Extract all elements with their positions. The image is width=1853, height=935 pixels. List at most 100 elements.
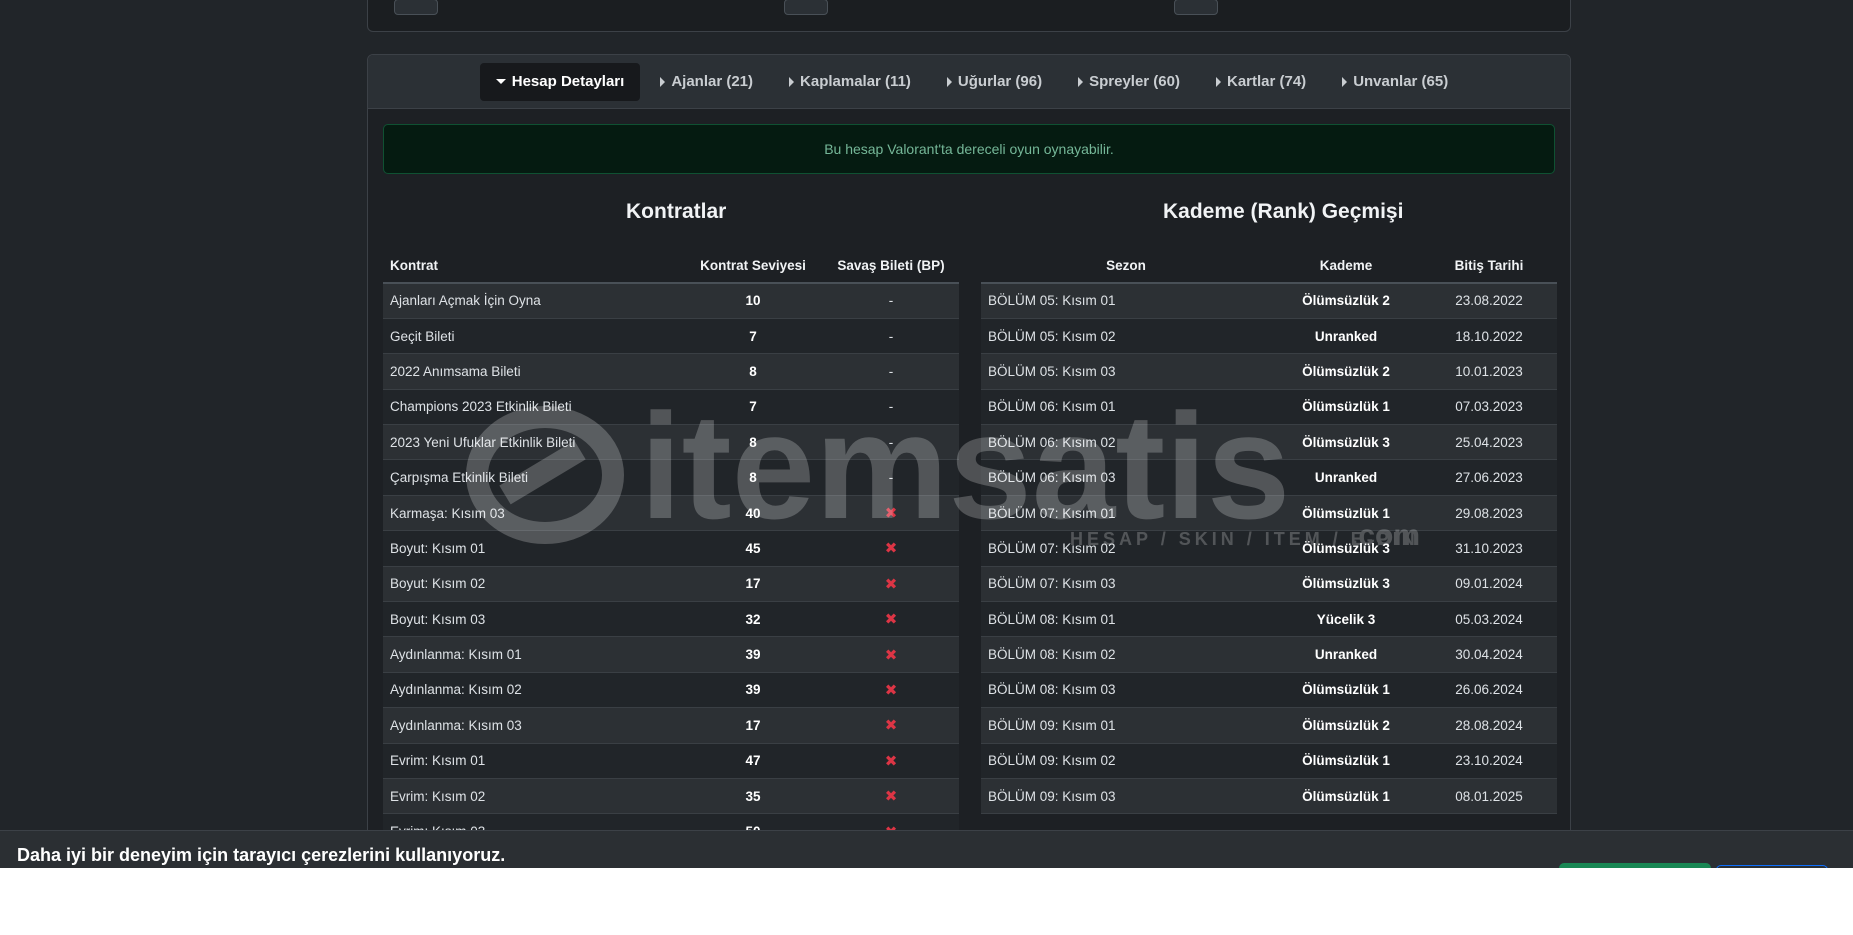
tab-hesap-detaylari[interactable]: Hesap Detayları — [479, 62, 641, 101]
table-header-row: Sezon Kademe Bitiş Tarihi — [981, 248, 1557, 284]
table-row: Aydınlanma: Kısım 02 39 ✖ — [383, 672, 959, 709]
season-name: BÖLÜM 09: Kısım 01 — [981, 707, 1271, 744]
column-header: Sezon — [981, 248, 1271, 284]
contract-name: Boyut: Kısım 03 — [383, 601, 683, 638]
table-row: Aydınlanma: Kısım 03 17 ✖ — [383, 707, 959, 744]
season-name: BÖLÜM 07: Kısım 01 — [981, 495, 1271, 532]
end-date: 10.01.2023 — [1421, 353, 1557, 390]
previous-card-button-1[interactable] — [394, 0, 438, 15]
contract-level: 47 — [683, 743, 823, 779]
x-mark-icon: ✖ — [823, 601, 959, 638]
contract-name: Karmaşa: Kısım 03 — [383, 495, 683, 532]
end-date: 07.03.2023 — [1421, 389, 1557, 426]
end-date: 28.08.2024 — [1421, 707, 1557, 744]
season-name: BÖLÜM 07: Kısım 03 — [981, 566, 1271, 603]
end-date: 30.04.2024 — [1421, 636, 1557, 673]
cookie-message: Daha iyi bir deneyim için tarayıcı çerez… — [17, 845, 506, 865]
contract-level: 7 — [683, 318, 823, 355]
tab-spreyler[interactable]: Spreyler (60) — [1062, 63, 1196, 101]
season-name: BÖLÜM 08: Kısım 03 — [981, 672, 1271, 709]
end-date: 09.01.2024 — [1421, 566, 1557, 603]
table-row: Geçit Bileti 7- — [383, 318, 959, 355]
end-date: 18.10.2022 — [1421, 318, 1557, 355]
season-name: BÖLÜM 06: Kısım 02 — [981, 424, 1271, 461]
tab-ugurlar[interactable]: Uğurlar (96) — [931, 63, 1058, 101]
contract-name: Evrim: Kısım 01 — [383, 743, 683, 779]
season-name: BÖLÜM 05: Kısım 02 — [981, 318, 1271, 355]
tab-label: Spreyler (60) — [1089, 73, 1180, 90]
cookie-more-button[interactable] — [1716, 865, 1828, 868]
cookie-consent-bar: Daha iyi bir deneyim için tarayıcı çerez… — [0, 830, 1853, 868]
tab-kartlar[interactable]: Kartlar (74) — [1200, 63, 1322, 101]
table-header-row: Kontrat Kontrat Seviyesi Savaş Bileti (B… — [383, 248, 959, 284]
table-row: Ajanları Açmak İçin Oyna 10- — [383, 283, 959, 319]
contract-level: 17 — [683, 566, 823, 603]
contracts-table: Kontrat Kontrat Seviyesi Savaş Bileti (B… — [383, 248, 959, 850]
rank-name: Ölümsüzlük 2 — [1271, 707, 1421, 744]
end-date: 29.08.2023 — [1421, 495, 1557, 532]
end-date: 08.01.2025 — [1421, 778, 1557, 815]
column-header: Kontrat — [383, 248, 683, 284]
cookie-accept-button[interactable] — [1559, 863, 1711, 868]
tab-unvanlar[interactable]: Unvanlar (65) — [1326, 63, 1464, 101]
column-header: Kontrat Seviyesi — [683, 248, 823, 284]
contract-level: 8 — [683, 424, 823, 461]
contract-level: 39 — [683, 672, 823, 709]
table-row: BÖLÜM 08: Kısım 02 Unranked 30.04.2024 — [981, 636, 1557, 673]
rank-name: Ölümsüzlük 3 — [1271, 424, 1421, 461]
table-row: BÖLÜM 09: Kısım 03 Ölümsüzlük 1 08.01.2025 — [981, 778, 1557, 815]
rank-name: Unranked — [1271, 459, 1421, 496]
table-row: BÖLÜM 05: Kısım 01 Ölümsüzlük 2 23.08.2022 — [981, 283, 1557, 319]
x-mark-icon: ✖ — [823, 530, 959, 567]
season-name: BÖLÜM 05: Kısım 03 — [981, 353, 1271, 390]
table-row: BÖLÜM 05: Kısım 03 Ölümsüzlük 2 10.01.2023 — [981, 353, 1557, 390]
table-row: BÖLÜM 09: Kısım 02 Ölümsüzlük 1 23.10.2024 — [981, 743, 1557, 779]
x-mark-icon: ✖ — [823, 707, 959, 744]
contracts-title: Kontratlar — [626, 200, 727, 223]
table-row: Boyut: Kısım 03 32 ✖ — [383, 601, 959, 638]
season-name: BÖLÜM 07: Kısım 02 — [981, 530, 1271, 567]
tab-label: Uğurlar (96) — [957, 73, 1043, 90]
rank-name: Ölümsüzlük 2 — [1271, 283, 1421, 319]
battle-pass-status: - — [823, 353, 959, 390]
rank-name: Unranked — [1271, 636, 1421, 673]
battle-pass-status: - — [823, 459, 959, 496]
table-row: Boyut: Kısım 02 17 ✖ — [383, 566, 959, 603]
contract-level: 45 — [683, 530, 823, 567]
account-details-card: Hesap Detayları Ajanlar (21) Kaplamalar … — [367, 54, 1571, 868]
table-row: Boyut: Kısım 01 45 ✖ — [383, 530, 959, 567]
contract-level: 8 — [683, 459, 823, 496]
battle-pass-status: - — [823, 283, 959, 319]
page-viewport: Hesap Detayları Ajanlar (21) Kaplamalar … — [0, 0, 1853, 868]
previous-card-button-2[interactable] — [784, 0, 828, 15]
battle-pass-status: - — [823, 424, 959, 461]
rank-name: Unranked — [1271, 318, 1421, 355]
x-mark-icon: ✖ — [823, 636, 959, 673]
contract-level: 8 — [683, 353, 823, 390]
table-row: BÖLÜM 05: Kısım 02 Unranked 18.10.2022 — [981, 318, 1557, 355]
season-name: BÖLÜM 09: Kısım 03 — [981, 778, 1271, 815]
contract-name: 2022 Anımsama Bileti — [383, 353, 683, 390]
contract-name: Boyut: Kısım 01 — [383, 530, 683, 567]
table-row: BÖLÜM 08: Kısım 03 Ölümsüzlük 1 26.06.2024 — [981, 672, 1557, 709]
column-header: Kademe — [1271, 248, 1421, 284]
contract-name: Boyut: Kısım 02 — [383, 566, 683, 603]
end-date: 23.10.2024 — [1421, 743, 1557, 779]
contract-name: Evrim: Kısım 02 — [383, 778, 683, 815]
tab-ajanlar[interactable]: Ajanlar (21) — [644, 63, 769, 101]
season-name: BÖLÜM 05: Kısım 01 — [981, 283, 1271, 319]
table-row: Evrim: Kısım 02 35 ✖ — [383, 778, 959, 815]
table-row: Evrim: Kısım 01 47 ✖ — [383, 743, 959, 779]
season-name: BÖLÜM 08: Kısım 01 — [981, 601, 1271, 638]
table-row: BÖLÜM 07: Kısım 03 Ölümsüzlük 3 09.01.2024 — [981, 566, 1557, 603]
end-date: 05.03.2024 — [1421, 601, 1557, 638]
caret-right-icon — [1342, 76, 1348, 87]
previous-card-button-3[interactable] — [1174, 0, 1218, 15]
tab-kaplamalar[interactable]: Kaplamalar (11) — [773, 63, 927, 101]
season-name: BÖLÜM 06: Kısım 03 — [981, 459, 1271, 496]
table-row: BÖLÜM 06: Kısım 02 Ölümsüzlük 3 25.04.2023 — [981, 424, 1557, 461]
contract-name: Aydınlanma: Kısım 03 — [383, 707, 683, 744]
end-date: 23.08.2022 — [1421, 283, 1557, 319]
table-row: Çarpışma Etkinlik Bileti 8- — [383, 459, 959, 496]
table-row: BÖLÜM 07: Kısım 02 Ölümsüzlük 3 31.10.2023 — [981, 530, 1557, 567]
